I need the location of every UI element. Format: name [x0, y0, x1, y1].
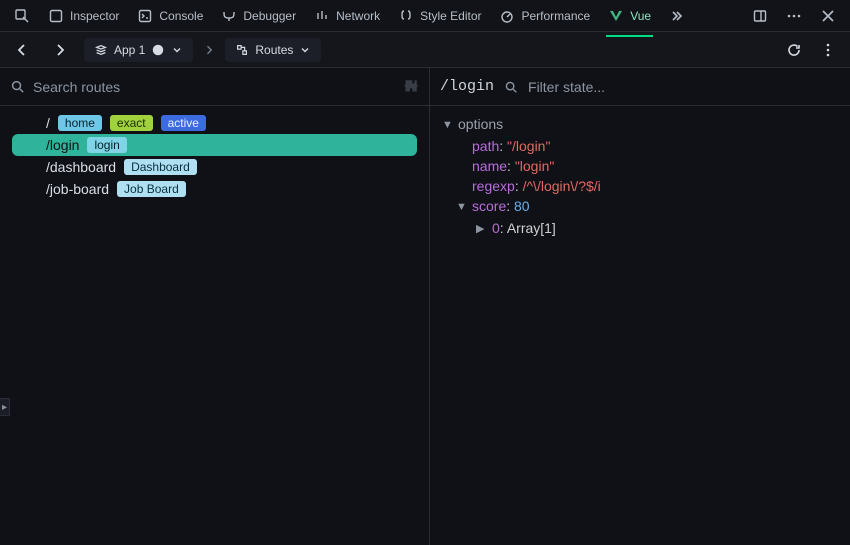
prop-value: "login": [515, 158, 555, 174]
section-selector[interactable]: Routes: [225, 38, 321, 62]
routes-search-input[interactable]: [33, 79, 393, 95]
vue-icon: [608, 8, 624, 24]
caret-icon: [476, 220, 488, 238]
chip-exact: exact: [110, 115, 153, 131]
route-path: /job-board: [46, 181, 109, 197]
tab-label: Performance: [521, 9, 590, 23]
refresh-button[interactable]: [780, 36, 808, 64]
chevron-double-right-icon: [669, 8, 685, 24]
forward-button[interactable]: [46, 36, 74, 64]
devtools-tabs: Inspector Console Debugger Network Style…: [0, 0, 850, 32]
route-path: /login: [46, 137, 79, 153]
node-regexp[interactable]: regexp: /^\/login\/?$/i: [442, 176, 846, 196]
node-options[interactable]: options: [442, 114, 846, 136]
back-button[interactable]: [8, 36, 36, 64]
prop-value: /^\/login\/?$/i: [523, 178, 601, 194]
node-score[interactable]: score: 80: [442, 196, 846, 218]
route-row-jobboard[interactable]: /job-board Job Board: [12, 178, 417, 200]
tab-label: Inspector: [70, 9, 119, 23]
prop-key: regexp: [472, 178, 515, 194]
tab-inspector[interactable]: Inspector: [40, 2, 127, 30]
section-label: Routes: [255, 43, 293, 57]
details-header: /login: [430, 68, 850, 106]
puzzle-icon[interactable]: [401, 78, 419, 96]
tab-console[interactable]: Console: [129, 2, 211, 30]
tab-style-editor[interactable]: Style Editor: [390, 2, 489, 30]
tab-overflow[interactable]: [661, 2, 693, 30]
details-pane: /login options path: "/login" name: "log…: [430, 68, 850, 545]
route-row-dashboard[interactable]: /dashboard Dashboard: [12, 156, 417, 178]
tab-performance[interactable]: Performance: [491, 2, 598, 30]
chip-active: active: [161, 115, 206, 131]
chip-login: login: [87, 137, 126, 153]
prop-key: name: [472, 158, 507, 174]
arrow-left-icon: [14, 42, 30, 58]
node-name[interactable]: name: "login": [442, 156, 846, 176]
caret-icon: [442, 116, 454, 134]
dock-icon: [752, 8, 768, 24]
side-collapse-handle[interactable]: ▸: [0, 398, 10, 416]
route-path: /dashboard: [46, 159, 116, 175]
prop-key: score: [472, 198, 506, 214]
tab-label: Vue: [630, 9, 651, 23]
prop-value: "/login": [507, 138, 550, 154]
vue-toolbar: App 1 Routes: [0, 32, 850, 68]
filter-state-input[interactable]: [528, 79, 840, 95]
prop-value: Array[1]: [507, 220, 556, 236]
prop-key: path: [472, 138, 499, 154]
refresh-icon: [786, 42, 802, 58]
more-button[interactable]: [778, 2, 810, 30]
routes-icon: [235, 43, 249, 57]
routes-list: / home exact active /login login /dashbo…: [0, 106, 429, 200]
chevron-right-icon: ▸: [2, 402, 7, 413]
property-inspector: options path: "/login" name: "login" reg…: [430, 106, 850, 240]
tab-network[interactable]: Network: [306, 2, 388, 30]
tab-label: Network: [336, 9, 380, 23]
tab-label: Style Editor: [420, 9, 481, 23]
kebab-icon: [820, 42, 836, 58]
stack-icon: [94, 43, 108, 57]
app-label: App 1: [114, 43, 145, 57]
breadcrumb-chevron-icon: [203, 44, 215, 56]
dock-side-button[interactable]: [744, 2, 776, 30]
chip-jobboard: Job Board: [117, 181, 186, 197]
more-dots-icon: [786, 8, 802, 24]
node-path[interactable]: path: "/login": [442, 136, 846, 156]
search-icon: [504, 80, 518, 94]
close-icon: [820, 8, 836, 24]
warn-icon: [151, 43, 165, 57]
search-icon: [10, 79, 25, 94]
prop-key: 0: [492, 220, 500, 236]
app-selector[interactable]: App 1: [84, 38, 193, 62]
element-picker-icon: [14, 8, 30, 24]
tab-debugger[interactable]: Debugger: [213, 2, 304, 30]
console-icon: [137, 8, 153, 24]
routes-search-row: [0, 68, 429, 106]
tab-vue[interactable]: Vue: [600, 2, 659, 30]
chip-home: home: [58, 115, 102, 131]
tab-picker[interactable]: [6, 2, 38, 30]
tab-label: Console: [159, 9, 203, 23]
tab-label: Debugger: [243, 9, 296, 23]
network-icon: [314, 8, 330, 24]
route-path: /: [46, 115, 50, 131]
prop-key: options: [458, 116, 503, 132]
chevron-down-icon: [171, 44, 183, 56]
kebab-button[interactable]: [814, 36, 842, 64]
chevron-down-icon: [299, 44, 311, 56]
route-row-login[interactable]: /login login: [12, 134, 417, 156]
close-devtools-button[interactable]: [812, 2, 844, 30]
prop-value: 80: [514, 198, 530, 214]
debugger-icon: [221, 8, 237, 24]
detail-title: /login: [440, 78, 494, 95]
chip-dashboard: Dashboard: [124, 159, 197, 175]
node-array0[interactable]: 0: Array[1]: [442, 218, 846, 240]
arrow-right-icon: [52, 42, 68, 58]
route-row-root[interactable]: / home exact active: [12, 112, 417, 134]
caret-icon: [456, 198, 468, 216]
inspector-icon: [48, 8, 64, 24]
routes-pane: / home exact active /login login /dashbo…: [0, 68, 430, 545]
style-editor-icon: [398, 8, 414, 24]
performance-icon: [499, 8, 515, 24]
